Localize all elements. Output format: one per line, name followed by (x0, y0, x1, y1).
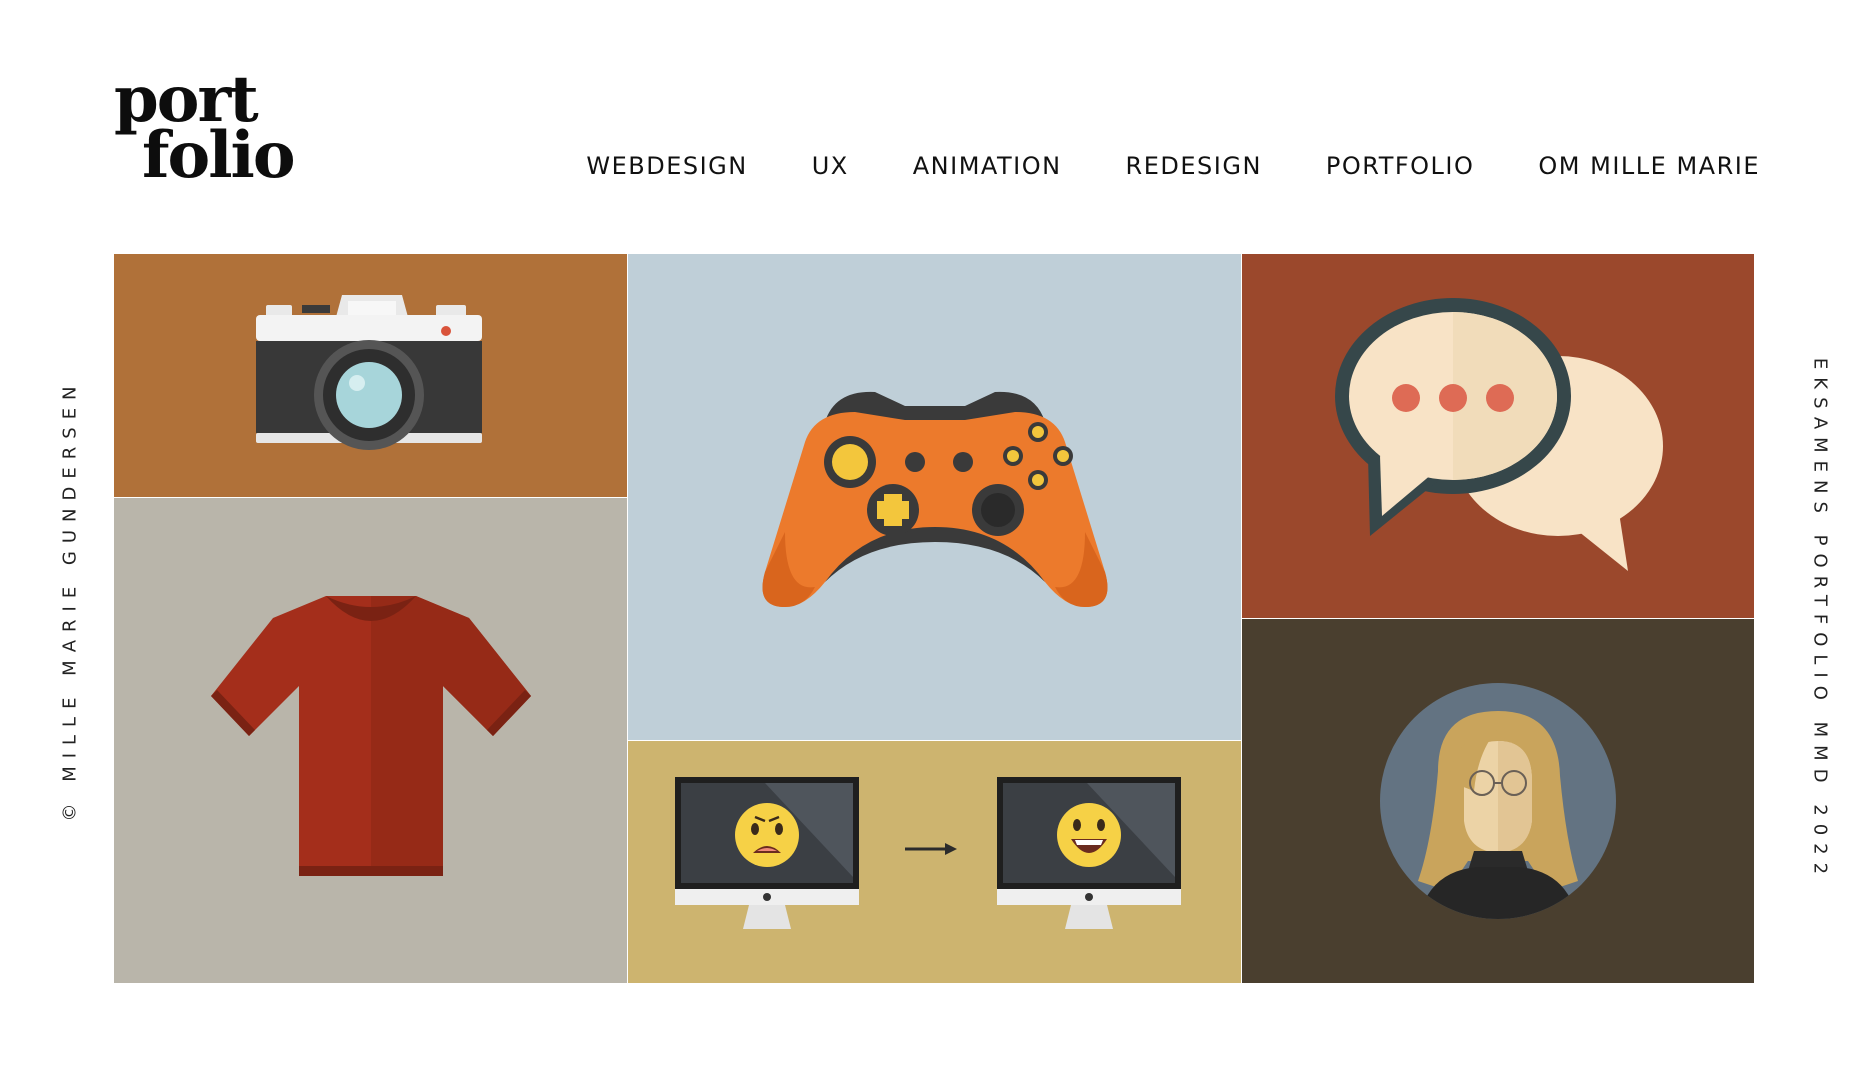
tile-webdesign[interactable] (114, 254, 627, 497)
tile-ux[interactable] (628, 254, 1241, 740)
main-nav: WEBDESIGN UX ANIMATION REDESIGN PORTFOLI… (586, 152, 1760, 180)
nav-item-animation[interactable]: ANIMATION (913, 152, 1062, 180)
tile-redesign[interactable] (628, 741, 1241, 983)
nav-item-portfolio[interactable]: PORTFOLIO (1326, 152, 1475, 180)
avatar-portrait-icon (1380, 683, 1616, 919)
tshirt-icon (210, 595, 531, 876)
site-logo[interactable]: port folio (114, 68, 296, 188)
nav-item-webdesign[interactable]: WEBDESIGN (586, 152, 747, 180)
exam-label-vertical: EKSAMENS PORTFOLIO MMD 2022 (1809, 357, 1831, 883)
nav-item-om-mille-marie[interactable]: OM MILLE MARIE (1538, 152, 1760, 180)
chat-bubbles-icon (1335, 298, 1663, 571)
nav-item-ux[interactable]: UX (812, 152, 849, 180)
nav-item-redesign[interactable]: REDESIGN (1126, 152, 1262, 180)
arrow-right-icon (904, 843, 957, 855)
tile-portfolio[interactable] (1242, 254, 1754, 618)
game-controller-icon (762, 391, 1107, 607)
tile-om-mille-marie[interactable] (1242, 619, 1754, 983)
tile-animation[interactable] (114, 498, 627, 983)
camera-icon (255, 295, 482, 450)
copyright-vertical: © MILLE MARIE GUNDERSEN (59, 378, 81, 822)
monitor-emoji-icon (674, 777, 1181, 929)
